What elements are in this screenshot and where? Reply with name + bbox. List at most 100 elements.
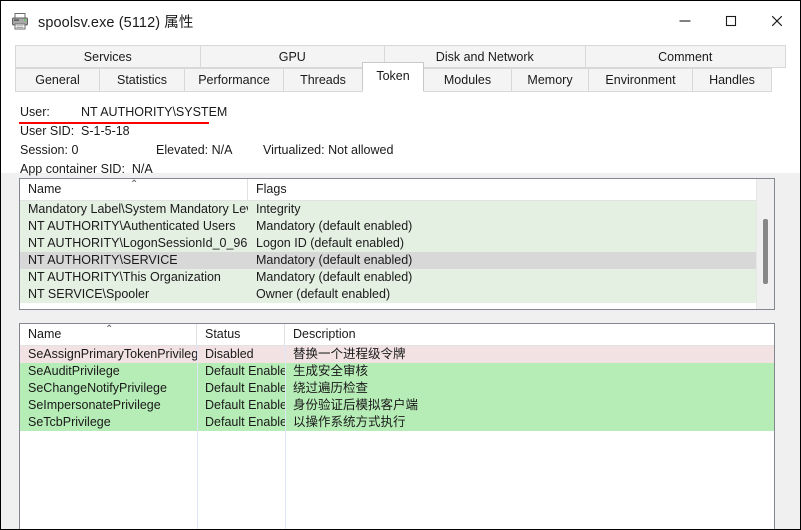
privileges-list-item-row[interactable]: SeImpersonatePrivilege Default Enabled 身份验…	[20, 397, 774, 414]
groups-list-item-cell-name: Mandatory Label\System Mandatory Level	[28, 202, 248, 216]
tab-label: Threads	[300, 73, 346, 87]
privileges-column-divider-2	[285, 345, 286, 529]
groups-list-item-cell-flags: Mandatory (default enabled)	[256, 219, 413, 233]
privileges-body[interactable]: SeAssignPrimaryTokenPrivilege Disabled 替换一…	[20, 346, 774, 431]
tab-handles[interactable]: Handles	[692, 68, 772, 92]
tab-statistics[interactable]: Statistics	[99, 68, 185, 92]
elevated-label: Elevated:	[156, 143, 209, 157]
tab-row-bottom: General Statistics Performance Threads Token…	[15, 62, 786, 92]
groups-header-row[interactable]: Name ⌃ Flags	[20, 179, 774, 201]
groups-list-item-cell-name: NT AUTHORITY\This Organization	[28, 270, 221, 284]
groups-list-item-cell-flags: Mandatory (default enabled)	[256, 253, 413, 267]
groups-list-item-cell-name: NT SERVICE\Spooler	[28, 287, 150, 301]
privileges-list-item-cell-name: SeChangeNotifyPrivilege	[28, 381, 167, 395]
column-header-label: Description	[293, 327, 356, 341]
column-header-label: Name	[28, 182, 62, 196]
privileges-column-divider-1	[197, 345, 198, 529]
groups-list-item-cell-name: NT AUTHORITY\LogonSessionId_0_96128069	[28, 236, 248, 250]
privileges-list-item-cell-name: SeTcbPrivilege	[28, 415, 111, 429]
tab-general[interactable]: General	[15, 68, 100, 92]
groups-listview[interactable]: Name ⌃ Flags Mandatory Label\System Mandat…	[19, 178, 775, 310]
app-container-value: N/A	[131, 162, 153, 176]
user-sid-label: User SID:	[20, 124, 75, 138]
groups-column-header-flags[interactable]: Flags	[248, 179, 738, 200]
privileges-column-divider-3	[774, 345, 775, 529]
tab-label: Modules	[443, 73, 492, 87]
printer-icon	[10, 11, 30, 31]
user-label: User:	[20, 105, 50, 119]
tab-label: GPU	[278, 49, 306, 64]
groups-list-item-cell-flags: Owner (default enabled)	[256, 287, 391, 301]
privileges-column-header-name[interactable]: Name ⌃	[20, 324, 197, 345]
groups-list-item-row[interactable]: NT SERVICE\Spooler Owner (default enabled…	[20, 286, 774, 303]
privileges-list-item-cell-status: Default Enabled	[205, 398, 285, 412]
privileges-list-item-cell-description: 替换一个进程级令牌	[293, 347, 406, 361]
groups-vertical-scrollbar[interactable]	[756, 179, 774, 309]
tab-strip: Services GPU Disk and Network Comment Gener…	[1, 41, 800, 93]
privileges-list-item-cell-description: 绕过遍历检查	[293, 381, 369, 395]
window-title: spoolsv.exe (5112) 属性	[38, 14, 194, 31]
groups-list-item-row[interactable]: Mandatory Label\System Mandatory Level In…	[20, 201, 774, 218]
tab-label: Services	[83, 49, 132, 64]
session-label: Session:	[20, 143, 68, 157]
tab-performance[interactable]: Performance	[184, 68, 284, 92]
tab-label: Token	[376, 69, 410, 83]
column-header-label: Status	[205, 327, 241, 341]
token-info-panel: User: NT AUTHORITY\SYSTEM User SID: S-1-…	[1, 93, 800, 176]
privileges-list-item-row[interactable]: SeChangeNotifyPrivilege Default Enabled 绕过…	[20, 380, 774, 397]
groups-list-item-cell-name: NT AUTHORITY\Authenticated Users	[28, 219, 236, 233]
virtualized-value: Not allowed	[328, 143, 394, 157]
elevated-field: Elevated: N/A	[156, 143, 232, 157]
privileges-header-row[interactable]: Name ⌃ Status Description	[20, 324, 774, 346]
tab-token[interactable]: Token	[362, 62, 424, 92]
groups-list-item-row[interactable]: NT AUTHORITY\This Organization Mandatory …	[20, 269, 774, 286]
privileges-list-item-cell-description: 身份验证后模拟客户端	[293, 398, 419, 412]
privileges-column-header-description[interactable]: Description	[285, 324, 774, 345]
tab-threads[interactable]: Threads	[283, 68, 363, 92]
groups-list-item-row[interactable]: NT AUTHORITY\LogonSessionId_0_96128069 Lo…	[20, 235, 774, 252]
virtualized-label: Virtualized:	[263, 143, 325, 157]
tab-label: Comment	[658, 49, 713, 64]
column-header-label: Name	[28, 327, 62, 341]
privileges-list-item-cell-name: SeAuditPrivilege	[28, 364, 120, 378]
groups-list-item-cell-name: NT AUTHORITY\SERVICE	[28, 253, 178, 267]
privileges-listview[interactable]: Name ⌃ Status Description SeAssignPrimaryTo…	[19, 323, 775, 529]
session-field: Session: 0	[20, 143, 78, 157]
tab-memory[interactable]: Memory	[511, 68, 589, 92]
tab-label: Performance	[198, 73, 270, 87]
tab-environment[interactable]: Environment	[588, 68, 693, 92]
minimize-button[interactable]	[662, 1, 708, 41]
session-value: 0	[71, 143, 79, 157]
groups-column-header-name[interactable]: Name ⌃	[20, 179, 248, 200]
window-controls	[662, 1, 800, 41]
close-button[interactable]	[754, 1, 800, 41]
privileges-list-item-row[interactable]: SeTcbPrivilege Default Enabled 以操作系统方式执行	[20, 414, 774, 431]
title-bar: spoolsv.exe (5112) 属性	[1, 1, 800, 41]
tab-label: Disk and Network	[435, 49, 534, 64]
app-container-label: App container SID:	[20, 162, 125, 176]
sort-ascending-icon: ⌃	[105, 324, 114, 335]
privileges-list-item-row[interactable]: SeAssignPrimaryTokenPrivilege Disabled 替换一…	[20, 346, 774, 363]
tab-label: Environment	[605, 73, 676, 87]
tab-services[interactable]: Services	[15, 45, 201, 68]
privileges-list-item-cell-description: 以操作系统方式执行	[293, 415, 406, 429]
privileges-list-item-row[interactable]: SeAuditPrivilege Default Enabled 生成安全审核	[20, 363, 774, 380]
privileges-list-item-cell-status: Default Enabled	[205, 364, 285, 378]
privileges-list-item-cell-name: SeAssignPrimaryTokenPrivilege	[28, 347, 197, 361]
tab-label: Handles	[709, 73, 755, 87]
groups-list-item-cell-flags: Mandatory (default enabled)	[256, 270, 413, 284]
privileges-column-header-status[interactable]: Status	[197, 324, 285, 345]
tab-gpu[interactable]: GPU	[199, 45, 386, 68]
privileges-list-item-cell-name: SeImpersonatePrivilege	[28, 398, 161, 412]
virtualized-field: Virtualized: Not allowed	[263, 143, 393, 157]
tab-comment[interactable]: Comment	[584, 45, 786, 68]
tab-modules[interactable]: Modules	[423, 68, 512, 92]
groups-body[interactable]: Mandatory Label\System Mandatory Level In…	[20, 201, 774, 303]
user-value: NT AUTHORITY\SYSTEM	[81, 105, 228, 119]
tab-label: Memory	[527, 73, 573, 87]
groups-list-item-row[interactable]: NT AUTHORITY\SERVICE Mandatory (default e…	[20, 252, 774, 269]
groups-list-item-row[interactable]: NT AUTHORITY\Authenticated Users Mandator…	[20, 218, 774, 235]
maximize-button[interactable]	[708, 1, 754, 41]
groups-scroll-thumb[interactable]	[763, 219, 768, 284]
user-sid-value: S-1-5-18	[81, 124, 130, 138]
